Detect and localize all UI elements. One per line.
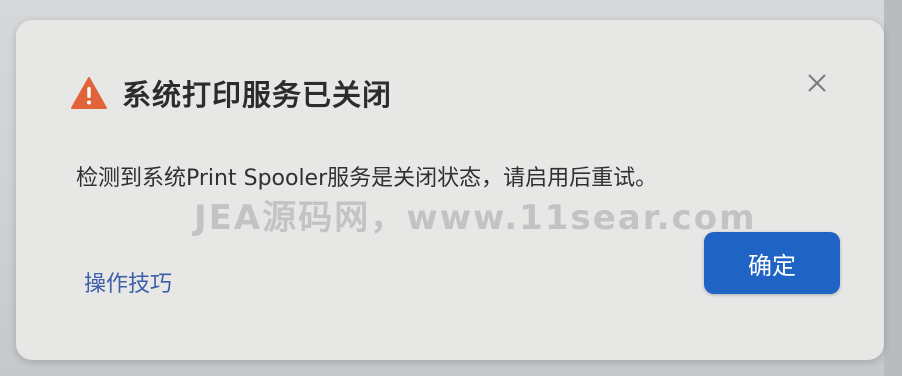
dialog-header: 系统打印服务已关闭	[70, 72, 392, 114]
background-edge	[884, 0, 902, 376]
close-button[interactable]	[802, 68, 832, 98]
confirm-button[interactable]: 确定	[704, 232, 840, 294]
operation-tips-link[interactable]: 操作技巧	[84, 266, 172, 298]
watermark: JEA源码网，www.11sear.com	[194, 198, 757, 238]
dialog-title: 系统打印服务已关闭	[122, 78, 393, 112]
warning-triangle-icon	[70, 76, 108, 110]
close-icon	[808, 74, 826, 92]
dialog-message: 检测到系统Print Spooler服务是关闭状态，请启用后重试。	[76, 166, 658, 191]
print-service-dialog: 系统打印服务已关闭 检测到系统Print Spooler服务是关闭状态，请启用后…	[16, 20, 884, 360]
